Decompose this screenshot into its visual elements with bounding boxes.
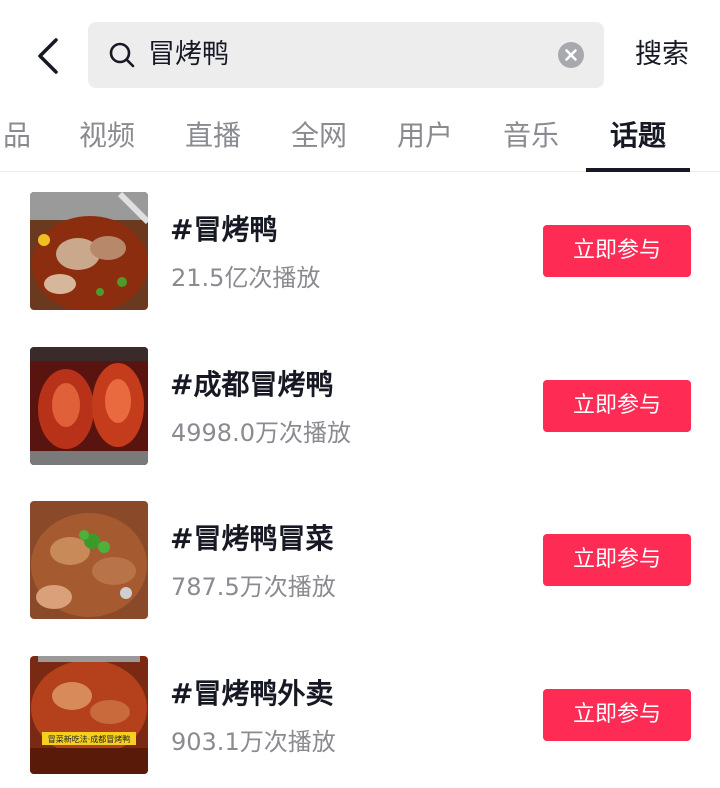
tab-live[interactable]: 直播 — [172, 110, 254, 170]
clear-search-button[interactable] — [558, 42, 584, 68]
topic-row[interactable]: 冒菜新吃法·成都冒烤鸭 #冒烤鸭外卖 903.1万次播放 立即参与 — [0, 656, 720, 788]
close-icon — [565, 49, 577, 61]
back-button[interactable] — [26, 30, 74, 82]
search-header: 搜索 — [0, 0, 720, 110]
search-tabs: 品 视频 直播 全网 用户 音乐 话题 — [0, 110, 720, 172]
tab-music[interactable]: 音乐 — [490, 110, 572, 170]
topic-row[interactable]: #冒烤鸭 21.5亿次播放 立即参与 — [0, 192, 720, 347]
tab-videos[interactable]: 视频 — [66, 110, 148, 170]
topic-row[interactable]: #冒烤鸭冒菜 787.5万次播放 立即参与 — [0, 501, 720, 656]
join-topic-button[interactable]: 立即参与 — [543, 534, 691, 586]
topic-title: #成都冒烤鸭 — [170, 368, 334, 401]
topic-play-count: 787.5万次播放 — [171, 573, 336, 601]
topic-title: #冒烤鸭冒菜 — [170, 522, 334, 555]
tab-topics[interactable]: 话题 — [596, 110, 680, 170]
thumbnail-caption: 冒菜新吃法·成都冒烤鸭 — [48, 734, 131, 744]
join-topic-button[interactable]: 立即参与 — [543, 380, 691, 432]
join-topic-button[interactable]: 立即参与 — [543, 225, 691, 277]
topic-thumbnail — [30, 501, 148, 619]
tab-products[interactable]: 品 — [0, 110, 34, 170]
search-box[interactable] — [88, 22, 604, 88]
topic-row[interactable]: #成都冒烤鸭 4998.0万次播放 立即参与 — [0, 347, 720, 502]
search-button[interactable]: 搜索 — [624, 30, 700, 80]
topic-title: #冒烤鸭 — [170, 213, 278, 246]
chevron-left-icon — [38, 38, 58, 74]
search-icon — [109, 42, 135, 68]
active-tab-indicator — [586, 168, 690, 172]
search-input[interactable] — [148, 22, 528, 88]
topic-title: #冒烤鸭外卖 — [170, 677, 334, 710]
join-topic-button[interactable]: 立即参与 — [543, 689, 691, 741]
topic-thumbnail — [30, 192, 148, 310]
tab-all-web[interactable]: 全网 — [278, 110, 360, 170]
topic-thumbnail — [30, 347, 148, 465]
topic-play-count: 21.5亿次播放 — [171, 264, 321, 292]
topic-play-count: 4998.0万次播放 — [171, 419, 351, 447]
topic-thumbnail: 冒菜新吃法·成都冒烤鸭 — [30, 656, 148, 774]
tab-users[interactable]: 用户 — [384, 110, 466, 170]
topic-play-count: 903.1万次播放 — [171, 728, 336, 756]
